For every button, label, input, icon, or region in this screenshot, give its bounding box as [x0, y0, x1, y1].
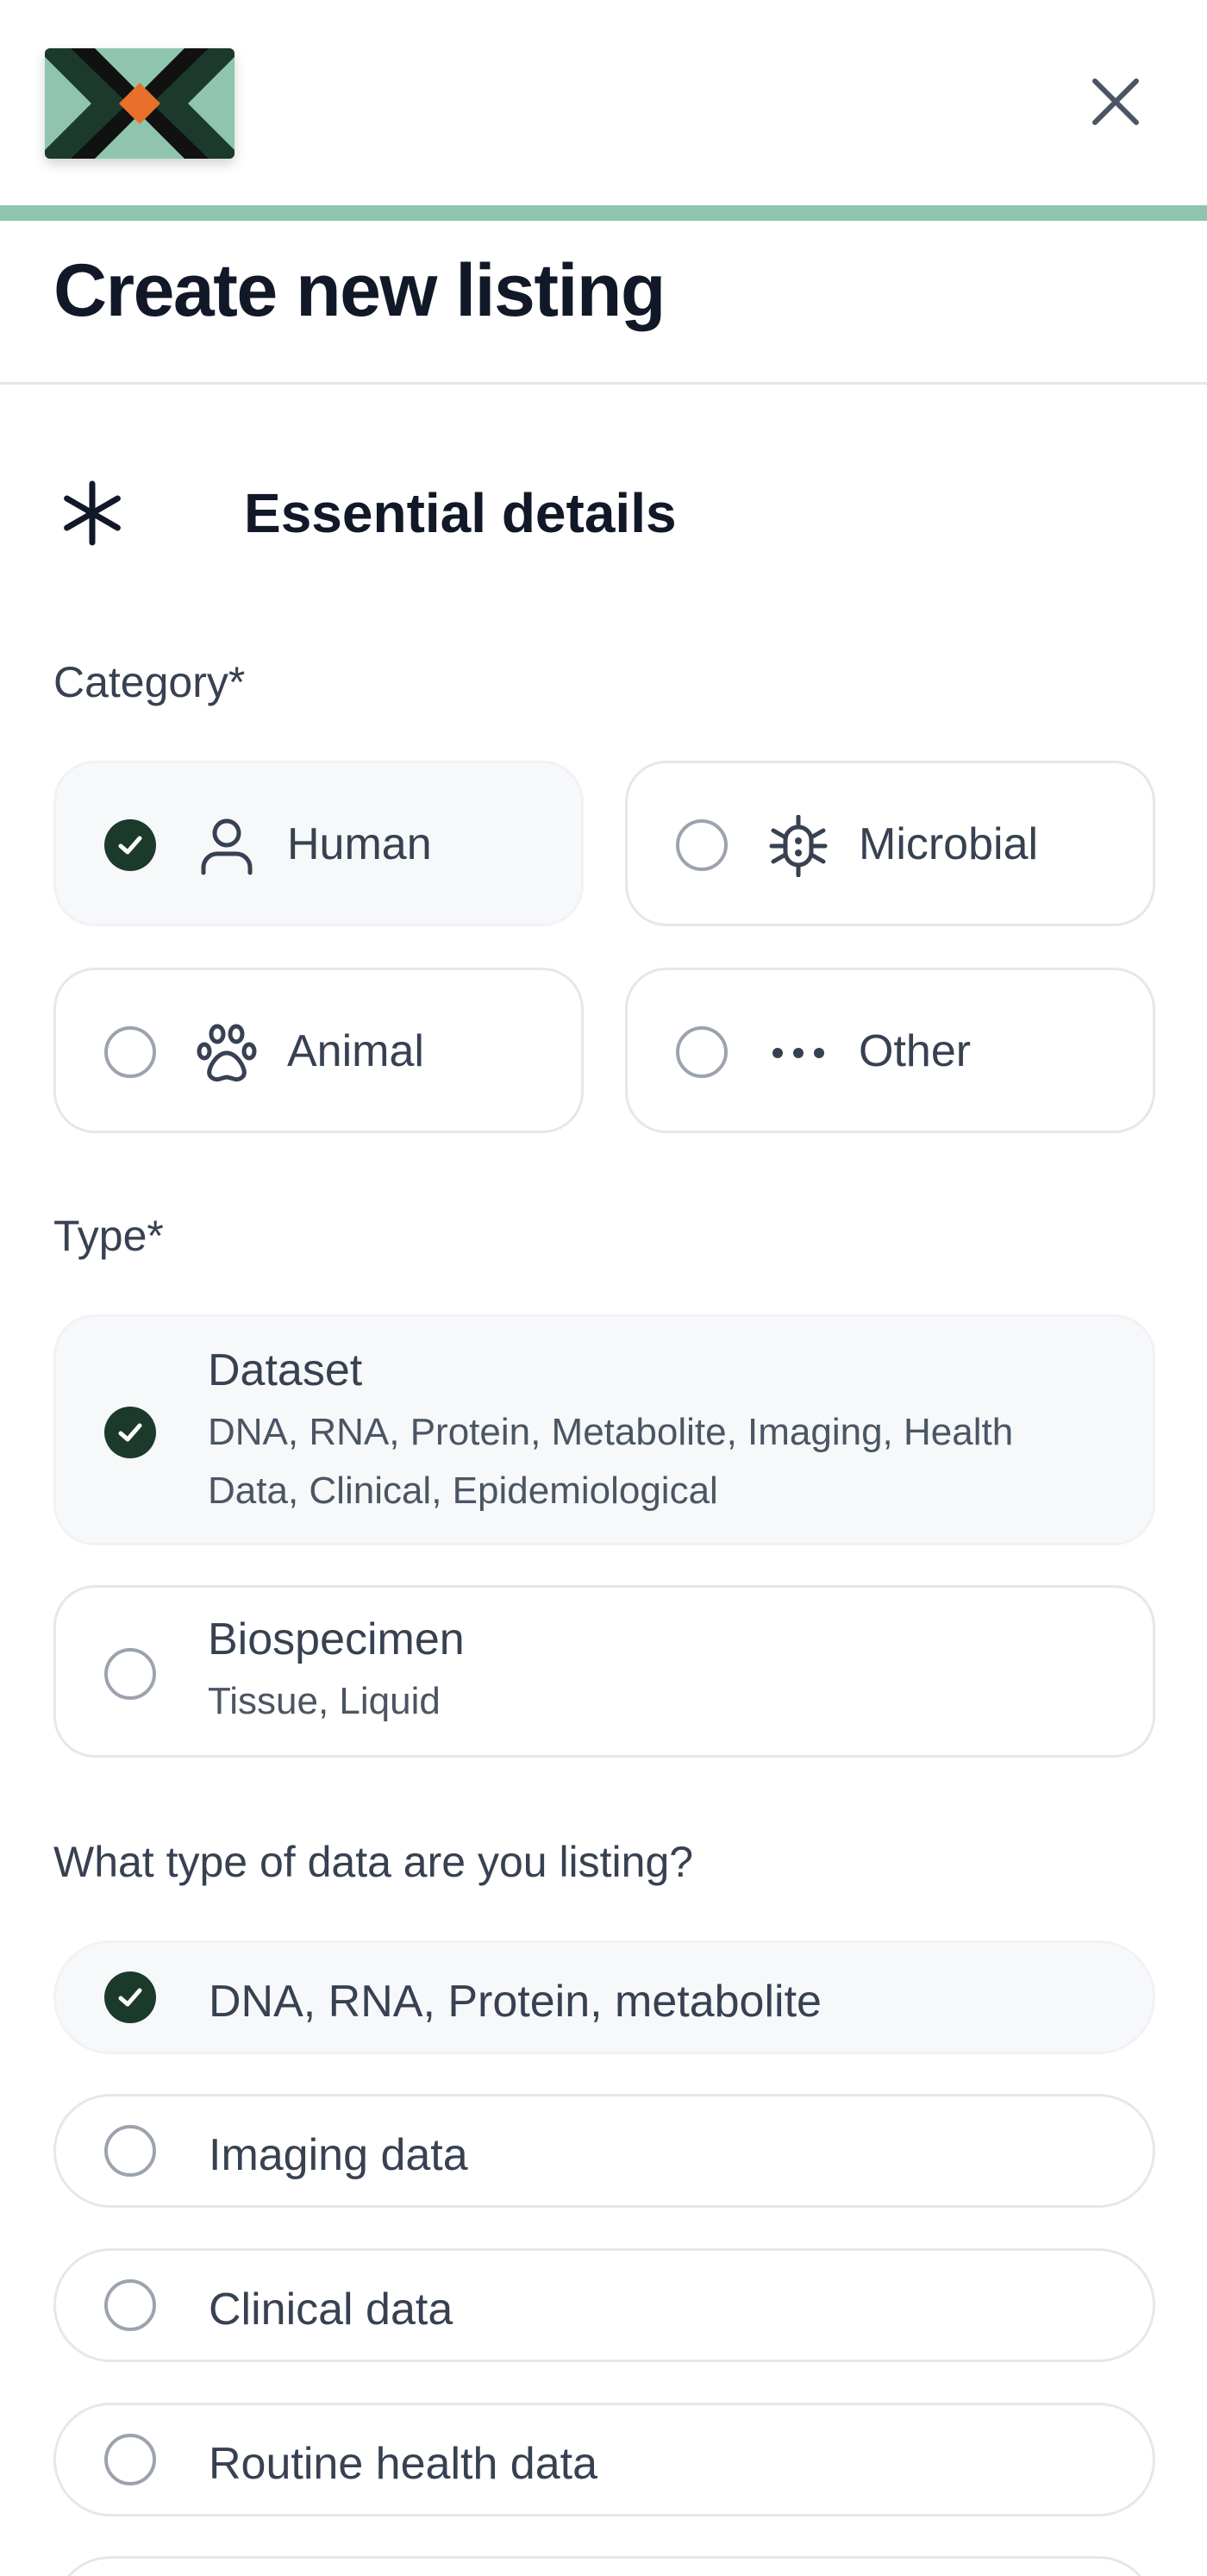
close-button[interactable]	[1085, 71, 1147, 133]
progress-accent-bar	[0, 205, 1207, 221]
radio-unchecked[interactable]	[676, 819, 728, 871]
data-type-option-label: Routine health data	[209, 2439, 598, 2489]
category-label: Category*	[53, 658, 246, 706]
type-option-description: DNA, RNA, Protein, Metabolite, Imaging, …	[208, 1411, 1014, 1512]
check-icon	[118, 1988, 142, 2007]
type-label: Type*	[53, 1212, 164, 1260]
data-type-option-label: Clinical data	[209, 2285, 453, 2335]
data-type-option-label: Imaging data	[209, 2130, 468, 2180]
radio-unchecked[interactable]	[104, 1026, 156, 1078]
section-header: Essential details	[53, 466, 829, 561]
data-type-option-label: DNA, RNA, Protein, metabolite	[209, 1977, 822, 2027]
asterisk-icon	[53, 474, 131, 552]
radio-unchecked[interactable]	[104, 2434, 156, 2485]
type-option-dataset[interactable]: Dataset DNA, RNA, Protein, Metabolite, I…	[53, 1314, 1155, 1545]
title-row: Create new listing	[0, 221, 1207, 385]
radio-checked[interactable]	[104, 819, 156, 871]
type-option-label: Biospecimen	[208, 1614, 465, 1664]
close-icon	[1092, 78, 1139, 125]
category-option-label: Other	[859, 1026, 972, 1076]
person-icon	[196, 815, 258, 877]
category-option-label: Animal	[287, 1026, 424, 1076]
category-option-animal[interactable]: Animal	[53, 968, 584, 1133]
section-title: Essential details	[244, 482, 677, 544]
data-type-option[interactable]: Imaging data	[53, 2094, 1155, 2208]
brand-logo-icon[interactable]	[45, 48, 235, 159]
check-icon	[118, 836, 142, 855]
radio-unchecked[interactable]	[676, 1026, 728, 1078]
data-type-option[interactable]: Routine health data	[53, 2403, 1155, 2516]
data-type-option[interactable]: Clinical data	[53, 2248, 1155, 2362]
radio-checked[interactable]	[104, 1407, 156, 1458]
category-option-other[interactable]: Other	[625, 968, 1155, 1133]
paw-icon	[196, 1022, 258, 1084]
microbe-icon	[767, 815, 829, 877]
more-dots-icon	[767, 1022, 829, 1084]
category-option-microbial[interactable]: Microbial	[625, 761, 1155, 926]
data-type-label: What type of data are you listing?	[53, 1838, 694, 1886]
check-icon	[118, 1423, 142, 1442]
data-type-option-partial[interactable]	[53, 2556, 1155, 2576]
category-option-label: Human	[287, 819, 432, 869]
radio-unchecked[interactable]	[104, 2125, 156, 2177]
data-type-option[interactable]: DNA, RNA, Protein, metabolite	[53, 1940, 1155, 2054]
type-option-description: Tissue, Liquid	[208, 1680, 441, 1722]
radio-unchecked[interactable]	[104, 2279, 156, 2331]
page-title: Create new listing	[53, 249, 666, 332]
category-option-label: Microbial	[859, 819, 1039, 869]
type-option-biospecimen[interactable]: Biospecimen Tissue, Liquid	[53, 1585, 1155, 1758]
top-bar	[0, 0, 1207, 205]
radio-unchecked[interactable]	[104, 1648, 156, 1700]
radio-checked[interactable]	[104, 1971, 156, 2023]
type-option-label: Dataset	[208, 1345, 363, 1395]
category-option-human[interactable]: Human	[53, 761, 584, 926]
